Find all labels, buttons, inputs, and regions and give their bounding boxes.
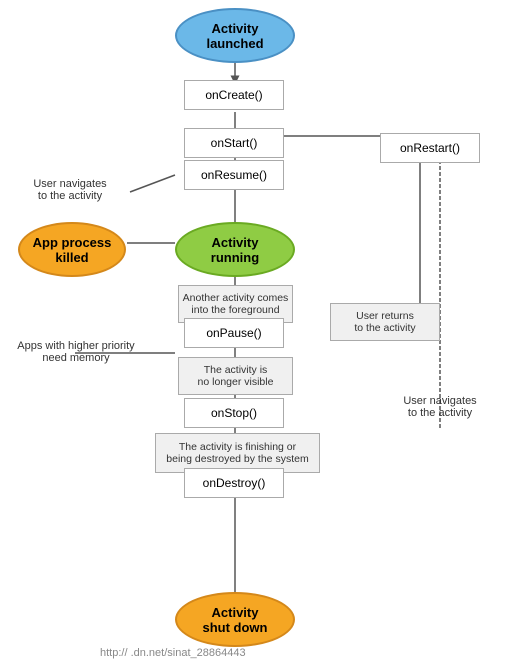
- on-start-label: onStart(): [211, 136, 258, 150]
- watermark-text: http:// .dn.net/sinat_28864443: [100, 647, 246, 659]
- activity-shut-down-node: Activity shut down: [175, 592, 295, 647]
- on-stop-label: onStop(): [211, 406, 257, 420]
- on-create-node: onCreate(): [184, 80, 284, 110]
- on-restart-node: onRestart(): [380, 133, 480, 163]
- another-activity-label: Another activity comes into the foregrou…: [183, 292, 289, 316]
- user-navigates-text-top: User navigates to the activity: [33, 178, 106, 202]
- user-returns-node: User returns to the activity: [330, 303, 440, 341]
- apps-priority-text: Apps with higher priority need memory: [17, 340, 134, 364]
- watermark: http:// .dn.net/sinat_28864443: [100, 647, 246, 659]
- on-start-node: onStart(): [184, 128, 284, 158]
- user-returns-label: User returns to the activity: [354, 310, 415, 334]
- activity-running-label: Activity running: [211, 235, 259, 265]
- on-destroy-label: onDestroy(): [203, 476, 266, 490]
- no-longer-visible-node: The activity is no longer visible: [178, 357, 293, 395]
- activity-running-node: Activity running: [175, 222, 295, 277]
- on-stop-node: onStop(): [184, 398, 284, 428]
- app-process-killed-node: App process killed: [18, 222, 126, 277]
- on-restart-label: onRestart(): [400, 141, 460, 155]
- no-longer-visible-label: The activity is no longer visible: [198, 364, 274, 388]
- on-destroy-node: onDestroy(): [184, 468, 284, 498]
- activity-launched-label: Activity launched: [206, 21, 263, 51]
- app-process-killed-label: App process killed: [33, 235, 112, 265]
- apps-priority-label: Apps with higher priority need memory: [2, 340, 150, 364]
- on-resume-node: onResume(): [184, 160, 284, 190]
- on-pause-node: onPause(): [184, 318, 284, 348]
- user-navigates-label-bottom: User navigates to the activity: [380, 395, 500, 419]
- on-create-label: onCreate(): [205, 88, 262, 102]
- on-pause-label: onPause(): [206, 326, 261, 340]
- finishing-node: The activity is finishing or being destr…: [155, 433, 320, 473]
- user-navigates-label-top: User navigates to the activity: [5, 178, 135, 202]
- activity-shut-down-label: Activity shut down: [203, 605, 268, 635]
- user-navigates-text-bottom: User navigates to the activity: [403, 395, 476, 419]
- activity-launched-node: Activity launched: [175, 8, 295, 63]
- finishing-label: The activity is finishing or being destr…: [166, 441, 308, 465]
- on-resume-label: onResume(): [201, 168, 267, 182]
